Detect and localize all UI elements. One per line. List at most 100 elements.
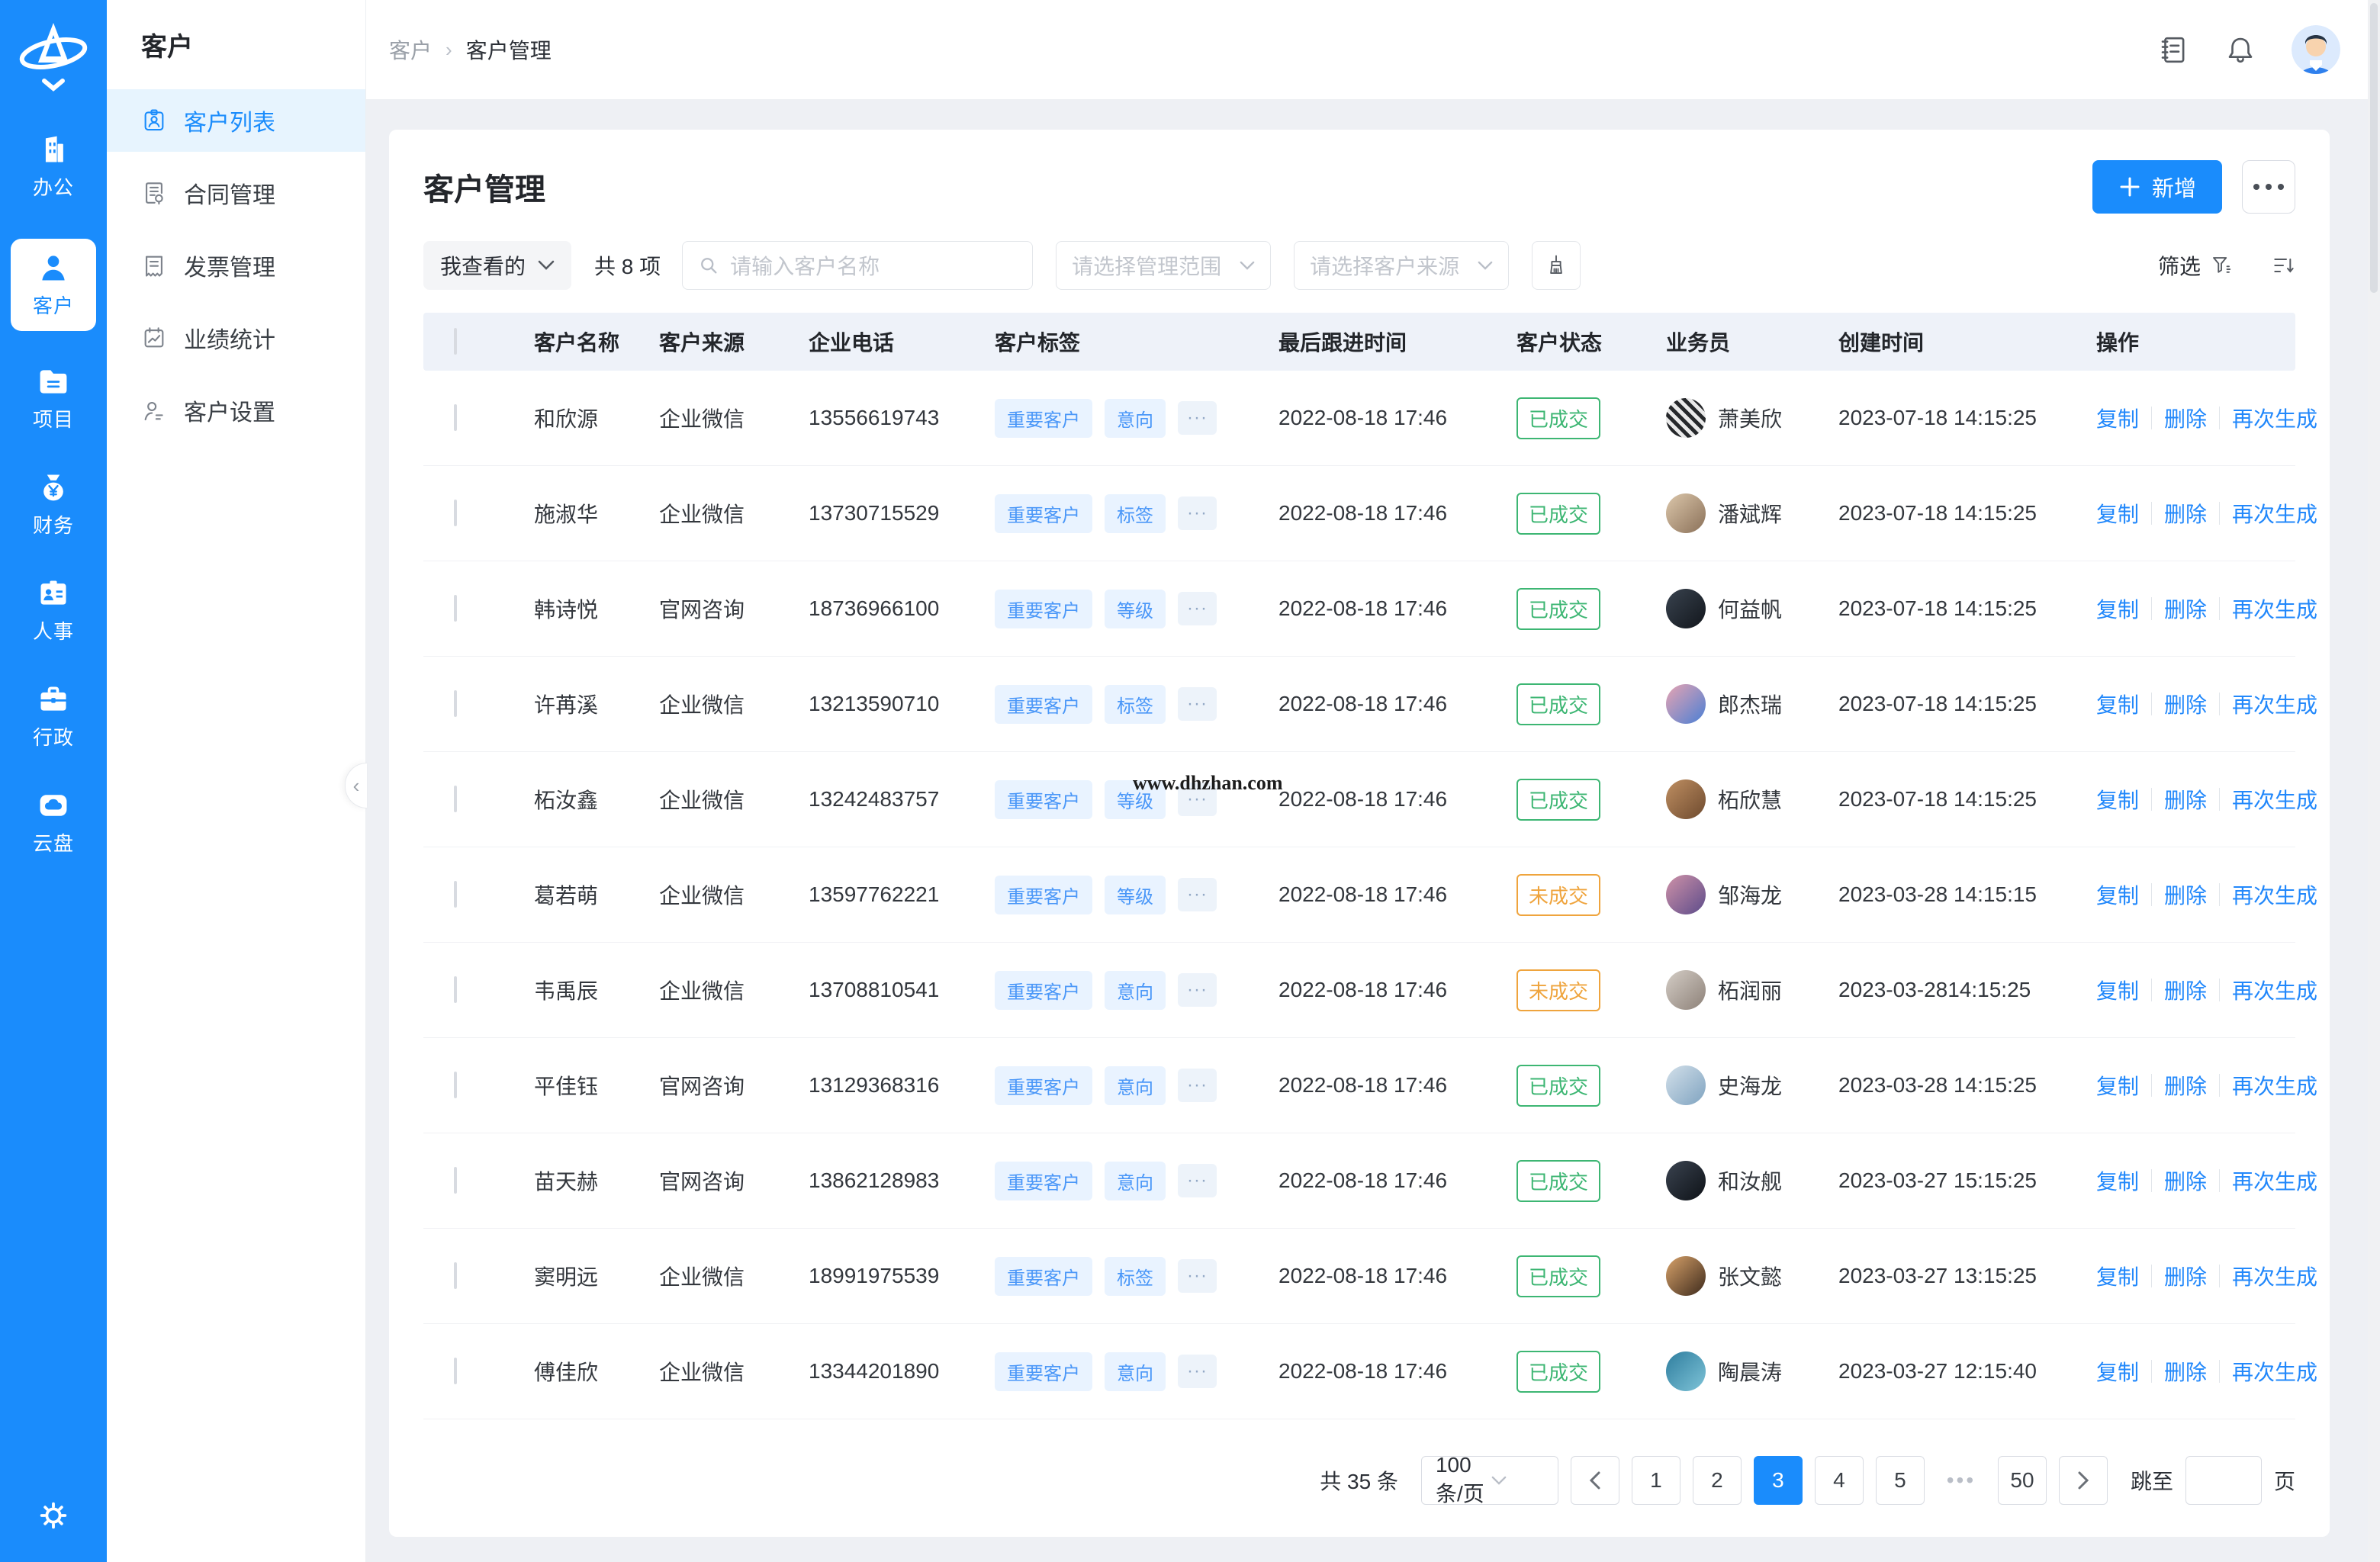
action-regenerate[interactable]: 再次生成	[2232, 1356, 2317, 1387]
page-button-4[interactable]: 4	[1815, 1456, 1864, 1505]
customer-tag[interactable]: 意向	[1105, 1162, 1166, 1200]
more-tags-button[interactable]: ···	[1178, 687, 1217, 721]
rail-item-finance[interactable]: 财务	[33, 471, 74, 538]
filter-toggle[interactable]: 筛选	[2158, 250, 2233, 281]
rail-item-hr[interactable]: 人事	[33, 577, 74, 644]
more-tags-button[interactable]: ···	[1178, 1164, 1217, 1197]
action-delete[interactable]: 删除	[2164, 1165, 2207, 1196]
more-actions-button[interactable]	[2242, 160, 2295, 214]
rail-item-office[interactable]: 办公	[33, 133, 74, 201]
row-checkbox[interactable]	[454, 595, 457, 622]
action-regenerate[interactable]: 再次生成	[2232, 403, 2317, 433]
sidebar-item-customer-list[interactable]: 客户列表	[107, 89, 365, 152]
customer-tag[interactable]: 等级	[1105, 590, 1166, 628]
action-delete[interactable]: 删除	[2164, 403, 2207, 433]
row-checkbox[interactable]	[454, 881, 457, 908]
more-tags-button[interactable]: ···	[1178, 878, 1217, 911]
page-button-5[interactable]: 5	[1876, 1456, 1925, 1505]
jump-to-page-input[interactable]	[2185, 1456, 2262, 1505]
action-delete[interactable]: 删除	[2164, 689, 2207, 719]
customer-tag[interactable]: 重要客户	[995, 399, 1092, 438]
page-button-3[interactable]: 3	[1754, 1456, 1803, 1505]
breadcrumb-parent[interactable]: 客户	[389, 34, 432, 65]
more-tags-button[interactable]: ···	[1178, 592, 1217, 625]
action-copy[interactable]: 复制	[2096, 1070, 2139, 1101]
user-avatar[interactable]	[2292, 25, 2340, 74]
customer-tag[interactable]: 重要客户	[995, 1257, 1092, 1296]
customer-tag[interactable]: 重要客户	[995, 1162, 1092, 1200]
customer-tag[interactable]: 意向	[1105, 1352, 1166, 1391]
prev-page-button[interactable]	[1571, 1456, 1619, 1505]
next-page-button[interactable]	[2059, 1456, 2108, 1505]
journal-icon[interactable]	[2157, 34, 2189, 66]
action-regenerate[interactable]: 再次生成	[2232, 689, 2317, 719]
action-delete[interactable]: 删除	[2164, 1356, 2207, 1387]
action-delete[interactable]: 删除	[2164, 498, 2207, 529]
scope-select[interactable]: 请选择管理范围	[1056, 241, 1271, 290]
rail-item-customer[interactable]: 客户	[11, 239, 96, 331]
customer-tag[interactable]: 重要客户	[995, 494, 1092, 533]
more-tags-button[interactable]: ···	[1178, 1069, 1217, 1102]
action-copy[interactable]: 复制	[2096, 1165, 2139, 1196]
sidebar-item-customer-settings[interactable]: 客户设置	[107, 379, 365, 442]
more-tags-button[interactable]: ···	[1178, 973, 1217, 1007]
customer-tag[interactable]: 重要客户	[995, 971, 1092, 1010]
row-checkbox[interactable]	[454, 404, 457, 431]
action-delete[interactable]: 删除	[2164, 593, 2207, 624]
more-tags-button[interactable]: ···	[1178, 783, 1217, 816]
row-checkbox[interactable]	[454, 1072, 457, 1098]
customer-tag[interactable]: 意向	[1105, 399, 1166, 438]
customer-tag[interactable]: 标签	[1105, 685, 1166, 724]
customer-tag[interactable]: 重要客户	[995, 876, 1092, 914]
page-button-2[interactable]: 2	[1693, 1456, 1742, 1505]
row-checkbox[interactable]	[454, 1167, 457, 1194]
action-copy[interactable]: 复制	[2096, 975, 2139, 1005]
add-button[interactable]: 新增	[2092, 160, 2222, 214]
action-regenerate[interactable]: 再次生成	[2232, 1070, 2317, 1101]
action-copy[interactable]: 复制	[2096, 498, 2139, 529]
clear-filters-button[interactable]	[1532, 241, 1581, 290]
customer-tag[interactable]: 意向	[1105, 971, 1166, 1010]
customer-tag[interactable]: 重要客户	[995, 590, 1092, 628]
action-copy[interactable]: 复制	[2096, 879, 2139, 910]
action-copy[interactable]: 复制	[2096, 593, 2139, 624]
action-regenerate[interactable]: 再次生成	[2232, 498, 2317, 529]
action-copy[interactable]: 复制	[2096, 689, 2139, 719]
sidebar-item-invoice[interactable]: 发票管理	[107, 234, 365, 297]
bell-icon[interactable]	[2224, 34, 2256, 66]
gear-icon[interactable]	[36, 1498, 71, 1533]
sidebar-item-performance[interactable]: 业绩统计	[107, 307, 365, 369]
customer-tag[interactable]: 重要客户	[995, 685, 1092, 724]
customer-tag[interactable]: 重要客户	[995, 780, 1092, 819]
customer-tag[interactable]: 标签	[1105, 1257, 1166, 1296]
action-regenerate[interactable]: 再次生成	[2232, 879, 2317, 910]
customer-tag[interactable]: 重要客户	[995, 1352, 1092, 1391]
action-regenerate[interactable]: 再次生成	[2232, 1165, 2317, 1196]
action-regenerate[interactable]: 再次生成	[2232, 975, 2317, 1005]
action-copy[interactable]: 复制	[2096, 403, 2139, 433]
action-delete[interactable]: 删除	[2164, 1261, 2207, 1291]
sidebar-item-contract[interactable]: 合同管理	[107, 162, 365, 224]
customer-tag[interactable]: 重要客户	[995, 1066, 1092, 1105]
more-tags-button[interactable]: ···	[1178, 497, 1217, 530]
action-regenerate[interactable]: 再次生成	[2232, 1261, 2317, 1291]
rail-item-admin[interactable]: 行政	[33, 683, 74, 750]
action-copy[interactable]: 复制	[2096, 784, 2139, 815]
view-scope-dropdown[interactable]: 我查看的	[423, 241, 571, 290]
more-tags-button[interactable]: ···	[1178, 401, 1217, 435]
row-checkbox[interactable]	[454, 500, 457, 526]
more-tags-button[interactable]: ···	[1178, 1355, 1217, 1388]
row-checkbox[interactable]	[454, 1358, 457, 1384]
row-checkbox[interactable]	[454, 1262, 457, 1289]
app-logo[interactable]	[17, 14, 90, 98]
action-delete[interactable]: 删除	[2164, 784, 2207, 815]
page-size-select[interactable]: 100条/页	[1421, 1456, 1558, 1505]
customer-tag[interactable]: 意向	[1105, 1066, 1166, 1105]
page-button-1[interactable]: 1	[1632, 1456, 1680, 1505]
rail-item-cloud-disk[interactable]: 云盘	[33, 789, 74, 857]
select-all-checkbox[interactable]	[454, 328, 457, 355]
page-scrollbar[interactable]	[2368, 0, 2380, 1562]
page-ellipsis[interactable]: •••	[1937, 1456, 1986, 1505]
row-checkbox[interactable]	[454, 976, 457, 1003]
search-input[interactable]: 请输入客户名称	[682, 241, 1033, 290]
